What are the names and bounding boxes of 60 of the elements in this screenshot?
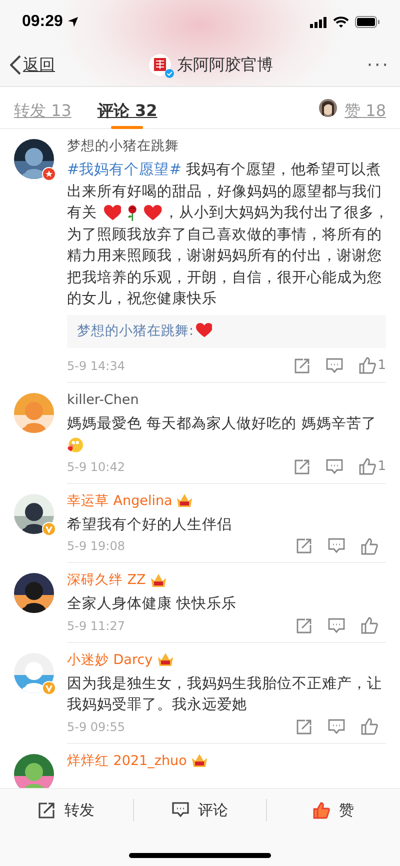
thumbs-up-icon[interactable] — [361, 718, 378, 735]
comment-text: 全家人身体健康 快快乐乐 — [67, 594, 238, 614]
like-count: 1 — [378, 358, 386, 373]
comment-time: 5-9 14:34 — [67, 358, 126, 372]
comment-text: 希望我有个好的人生伴侣 — [67, 514, 233, 534]
comment-icon[interactable] — [328, 538, 345, 554]
like-button[interactable]: 赞 — [267, 789, 400, 831]
share-icon[interactable] — [294, 358, 310, 374]
wifi-icon — [333, 16, 349, 28]
crown-icon — [156, 652, 174, 667]
blushing-face-emoji-icon — [67, 437, 83, 453]
thumbs-up-icon[interactable] — [358, 458, 376, 475]
share-icon[interactable] — [296, 618, 312, 634]
user-name[interactable]: killer-Chen — [67, 390, 386, 408]
battery-icon — [355, 16, 380, 28]
thumbs-up-icon — [313, 802, 330, 818]
share-icon[interactable] — [294, 458, 310, 474]
back-chevron-icon — [10, 55, 21, 75]
heart-emoji-icon — [144, 205, 162, 221]
comment-icon — [172, 802, 189, 818]
comment-time: 5-9 19:08 — [67, 539, 126, 553]
comment-time: 5-9 09:55 — [67, 720, 126, 734]
more-button[interactable]: ··· — [366, 54, 390, 76]
thumbs-up-icon[interactable] — [358, 357, 376, 374]
heart-emoji-icon — [104, 205, 122, 221]
verified-badge-icon — [42, 522, 56, 536]
comment-icon[interactable] — [328, 718, 345, 734]
comment-text: 媽媽最愛色 每天都為家人做好吃的 媽媽辛苦了 — [67, 412, 392, 456]
badge-icon — [42, 167, 56, 181]
account-name: 东阿阿胶官博 — [176, 54, 273, 76]
comment-time: 5-9 10:42 — [67, 460, 126, 474]
verified-badge-icon — [164, 69, 174, 78]
share-icon[interactable] — [296, 718, 312, 734]
signal-icon — [310, 16, 327, 28]
comment-button[interactable]: 评论 — [134, 789, 266, 831]
clock-time: 09:29 — [22, 13, 63, 31]
comment-time: 5-9 11:27 — [67, 618, 126, 632]
repost-button[interactable]: 转发 — [0, 789, 133, 831]
comment-text: 因为我是独生女，我妈妈生我胎位不正难产，让我妈妈受罪了。我永远爱她 — [67, 674, 383, 715]
comment-icon[interactable] — [328, 618, 345, 634]
user-name[interactable]: 梦想的小猪在跳舞 — [67, 137, 386, 155]
crown-icon — [176, 493, 194, 508]
seal-logo-icon — [148, 54, 171, 76]
back-button[interactable]: 返回 — [10, 54, 55, 76]
verified-badge-icon — [42, 680, 56, 694]
crown-icon — [190, 753, 208, 768]
reply-preview[interactable]: 梦想的小猪在跳舞: — [67, 314, 386, 348]
thumbs-up-icon[interactable] — [361, 617, 378, 634]
comment-text: #我妈有个愿望# 我妈有个愿望，他希望可以煮出来所有好喝的甜品，好像妈妈的愿望都与我们有关 ，从小到大妈妈为我付出了很多，为了照顾我放弃了自己喜欢做的事情，将所有的精力用来照顾我，谢谢妈妈所有的付出，谢谢您把我培养的乐观，开朗，自信，很开心能成为您的女儿，祝您健康快乐 — [67, 160, 390, 309]
rose-emoji-icon — [126, 205, 140, 221]
location-arrow-icon — [68, 17, 78, 27]
comment-icon[interactable] — [326, 358, 343, 374]
tab[interactable]: 评论 32 — [97, 92, 158, 128]
comment-icon[interactable] — [326, 458, 343, 474]
thumbs-up-icon[interactable] — [361, 538, 378, 554]
share-icon[interactable] — [296, 538, 312, 554]
crown-icon — [150, 572, 167, 588]
share-icon — [38, 802, 56, 818]
heart-emoji-icon — [196, 322, 212, 338]
like-count: 1 — [378, 459, 386, 474]
